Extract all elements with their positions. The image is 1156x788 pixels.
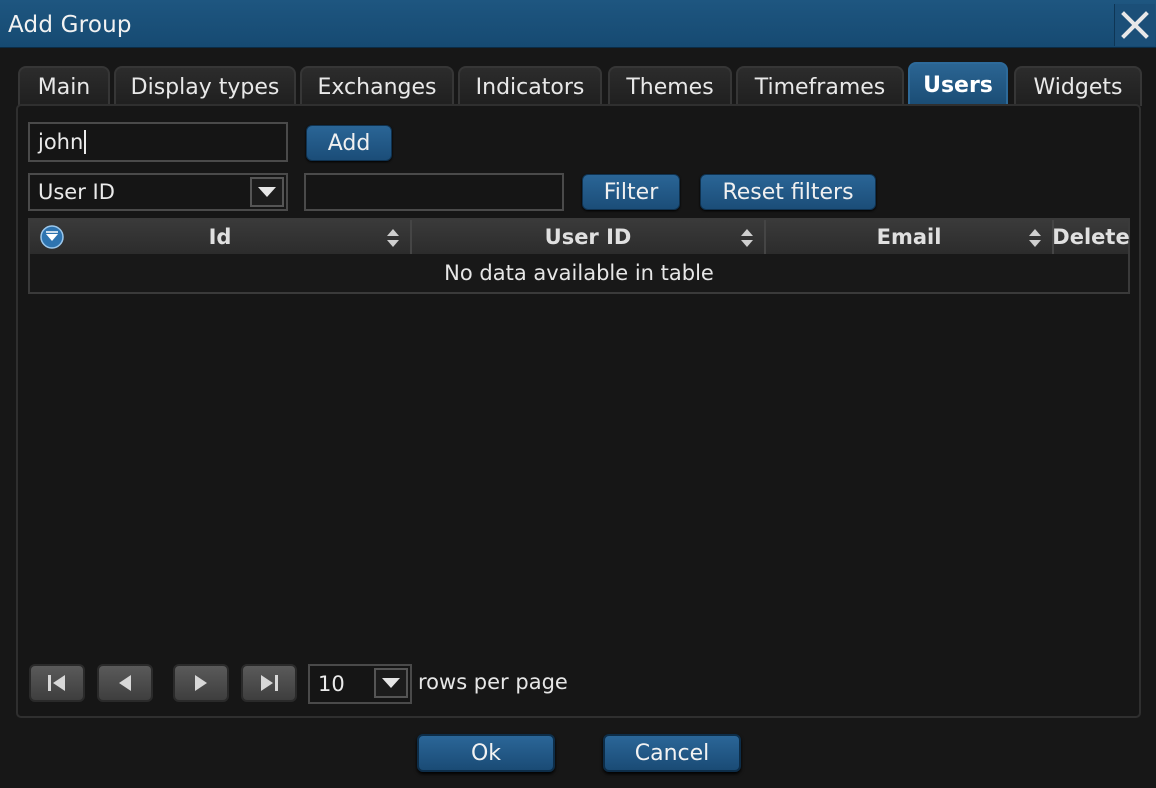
empty-table-message: No data available in table bbox=[444, 261, 714, 285]
title-bar: Add Group bbox=[0, 0, 1156, 48]
text-cursor bbox=[84, 130, 87, 154]
chevron-down-icon bbox=[258, 187, 276, 197]
filter-value-input[interactable] bbox=[304, 173, 564, 211]
last-page-icon bbox=[261, 675, 278, 691]
chevron-down-icon bbox=[382, 678, 400, 688]
close-button[interactable] bbox=[1114, 4, 1155, 46]
filter-button[interactable]: Filter bbox=[582, 174, 680, 210]
tab-indicators[interactable]: Indicators bbox=[458, 66, 602, 106]
next-page-icon bbox=[195, 675, 207, 691]
sort-icon bbox=[1029, 229, 1041, 247]
column-header-delete: Delete bbox=[1052, 220, 1130, 254]
filter-toggle-icon bbox=[40, 225, 64, 249]
prev-page-icon bbox=[119, 675, 131, 691]
reset-filters-button[interactable]: Reset filters bbox=[700, 174, 876, 210]
dropdown-arrow-button[interactable] bbox=[374, 668, 408, 698]
tab-main[interactable]: Main bbox=[18, 66, 110, 106]
first-page-button[interactable] bbox=[29, 664, 85, 702]
column-header-id[interactable]: Id bbox=[30, 220, 412, 254]
column-label-email: Email bbox=[876, 225, 942, 249]
filter-field-value: User ID bbox=[38, 180, 115, 204]
dropdown-arrow-button[interactable] bbox=[250, 177, 284, 207]
column-header-email[interactable]: Email bbox=[766, 220, 1054, 254]
add-group-dialog: Add Group Main Display types Exchanges I… bbox=[0, 0, 1156, 788]
rows-per-page-select[interactable]: 10 bbox=[308, 664, 412, 704]
close-icon bbox=[1121, 11, 1149, 39]
column-label-user-id: User ID bbox=[544, 225, 632, 249]
column-label-delete: Delete bbox=[1052, 225, 1130, 249]
rows-per-page-value: 10 bbox=[318, 672, 345, 696]
tab-display-types[interactable]: Display types bbox=[114, 66, 296, 106]
users-table: Id User ID Email Delete No data availabl… bbox=[28, 218, 1130, 294]
tab-users[interactable]: Users bbox=[908, 62, 1008, 106]
sort-icon bbox=[387, 229, 399, 247]
column-filter-toggle[interactable] bbox=[40, 225, 64, 254]
cancel-button[interactable]: Cancel bbox=[603, 734, 741, 772]
column-label-id: Id bbox=[208, 225, 232, 249]
column-header-user-id[interactable]: User ID bbox=[412, 220, 766, 254]
user-search-value: john bbox=[38, 130, 84, 154]
first-page-icon bbox=[48, 675, 65, 691]
sort-icon bbox=[741, 229, 753, 247]
rows-per-page-label: rows per page bbox=[418, 670, 568, 694]
ok-button[interactable]: Ok bbox=[417, 734, 555, 772]
add-user-button[interactable]: Add bbox=[306, 125, 392, 161]
user-search-input[interactable]: john bbox=[28, 122, 288, 162]
dialog-title: Add Group bbox=[8, 12, 132, 38]
tab-timeframes[interactable]: Timeframes bbox=[736, 66, 904, 106]
filter-field-select[interactable]: User ID bbox=[28, 173, 288, 211]
table-header: Id User ID Email Delete bbox=[30, 220, 1130, 254]
last-page-button[interactable] bbox=[241, 664, 297, 702]
next-page-button[interactable] bbox=[173, 664, 229, 702]
tab-widgets[interactable]: Widgets bbox=[1014, 66, 1142, 106]
tab-themes[interactable]: Themes bbox=[608, 66, 732, 106]
prev-page-button[interactable] bbox=[97, 664, 153, 702]
tab-exchanges[interactable]: Exchanges bbox=[300, 66, 454, 106]
